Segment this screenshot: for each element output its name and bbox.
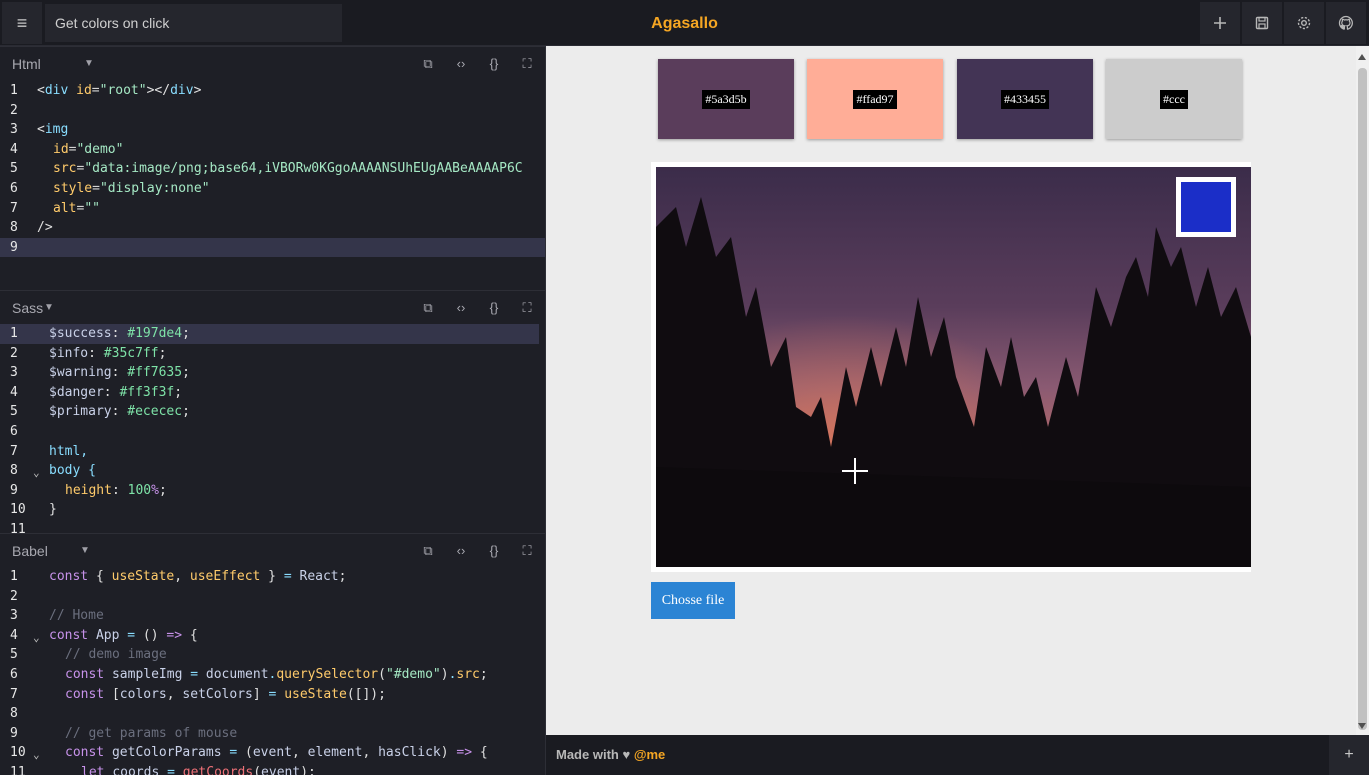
image-frame xyxy=(651,162,1251,572)
new-pen-button[interactable] xyxy=(1200,2,1240,44)
chevron-down-icon[interactable]: ▼ xyxy=(44,302,54,313)
swatch-label: #ffad97 xyxy=(853,89,897,109)
sass-panel-header: Sass ▼ ⧉ ‹› {} ⛶ xyxy=(0,290,545,324)
code-line: 1 const { useState, useEffect } = React; xyxy=(10,569,347,584)
github-button[interactable] xyxy=(1326,2,1366,44)
fullscreen-icon[interactable]: ⛶ xyxy=(518,299,536,317)
fullscreen-icon[interactable]: ⛶ xyxy=(518,542,536,560)
scroll-down-icon[interactable] xyxy=(1358,723,1366,729)
code-line: 3// Home xyxy=(10,608,104,624)
code-line: 3 <img xyxy=(10,122,69,138)
pen-title-input[interactable]: Get colors on click xyxy=(45,4,342,42)
open-external-icon[interactable]: ⧉ xyxy=(419,299,437,317)
code-line: 5 $primary: #ececec; xyxy=(10,404,190,420)
code-line: 3 $warning: #ff7635; xyxy=(10,365,190,381)
hamburger-menu-icon[interactable]: ≡ xyxy=(2,2,42,44)
picked-color-fill xyxy=(1181,182,1231,232)
color-swatch[interactable]: #ffad97 xyxy=(807,59,943,139)
footer-credit: Made with ♥ @me xyxy=(556,747,666,762)
code-icon[interactable]: ‹› xyxy=(452,542,470,560)
code-line: 10 ⌄ const getColorParams = (event, elemen… xyxy=(10,745,488,762)
code-line: 11 let coords = getCoords(event); xyxy=(10,764,316,775)
code-line: 4 $danger: #ff3f3f; xyxy=(10,384,183,400)
choose-file-button[interactable]: Chosse file xyxy=(651,582,735,619)
code-line-active: 1 $success: #197de4; xyxy=(0,324,539,344)
code-line: 4 id="demo" xyxy=(10,141,124,157)
chevron-down-icon[interactable]: ▼ xyxy=(80,545,90,556)
preview-scrollbar[interactable] xyxy=(1356,46,1369,735)
code-line: 7 html, xyxy=(10,443,89,459)
code-line: 6 style="display:none" xyxy=(10,180,210,196)
babel-panel-header: Babel ▼ ⧉ ‹› {} ⛶ xyxy=(0,533,545,567)
open-external-icon[interactable]: ⧉ xyxy=(419,55,437,73)
plus-icon xyxy=(1214,17,1226,29)
braces-icon[interactable]: {} xyxy=(485,299,503,317)
code-line: 8 xyxy=(10,706,18,722)
code-line: 7 alt="" xyxy=(10,200,100,216)
code-line: 1 <div id="root"></div> xyxy=(10,83,202,98)
html-panel-header: Html ▼ ⧉ ‹› {} ⛶ xyxy=(0,46,545,80)
code-line: 2 $info: #35c7ff; xyxy=(10,345,167,361)
html-editor-panel: Html ▼ ⧉ ‹› {} ⛶ 1 <div id="root"></div> … xyxy=(0,46,545,290)
swatch-label: #ccc xyxy=(1160,89,1188,109)
html-lang-select[interactable]: Html xyxy=(12,56,41,72)
babel-code-editor[interactable]: 1 const { useState, useEffect } = React; … xyxy=(0,567,545,775)
top-bar: ≡ Get colors on click Agasallo xyxy=(0,0,1369,46)
forest-silhouette-image xyxy=(656,167,1251,567)
code-line: 6 xyxy=(10,423,18,439)
github-icon xyxy=(1338,15,1353,30)
code-icon[interactable]: ‹› xyxy=(452,55,470,73)
color-swatch[interactable]: #ccc xyxy=(1106,59,1242,139)
heart-icon: ♥ xyxy=(622,747,631,762)
save-icon xyxy=(1255,16,1269,30)
code-line: 9// get params of mouse xyxy=(10,725,238,741)
gear-icon xyxy=(1297,16,1311,30)
code-line: 7 const [colors, setColors] = useState([]… xyxy=(10,686,386,702)
console-toggle-button[interactable]: + xyxy=(1329,735,1369,775)
code-line: 10} xyxy=(10,502,57,518)
color-swatch[interactable]: #433455 xyxy=(957,59,1093,139)
html-code-editor[interactable]: 1 <div id="root"></div> 2 3 <img 4 id="demo… xyxy=(0,80,545,258)
save-button[interactable] xyxy=(1242,2,1282,44)
preview-footer: Made with ♥ @me + xyxy=(546,735,1369,775)
sass-code-editor[interactable]: 1 $success: #197de4; 2 $info: #35c7ff; 3 $w… xyxy=(0,324,545,533)
sass-editor-panel: Sass ▼ ⧉ ‹› {} ⛶ 1 $success: #197de4; 2 $i… xyxy=(0,290,545,533)
open-external-icon[interactable]: ⧉ xyxy=(419,542,437,560)
code-line: 2 xyxy=(10,588,18,604)
settings-button[interactable] xyxy=(1284,2,1324,44)
code-line: 6 const sampleImg = document.querySelecto… xyxy=(10,666,488,682)
code-line: 11 xyxy=(10,521,26,533)
code-icon[interactable]: ‹› xyxy=(452,299,470,317)
scrollbar-thumb[interactable] xyxy=(1358,68,1367,730)
preview-pane: #5a3d5b #ffad97 #433455 #ccc Chosse file xyxy=(546,46,1356,735)
code-line: 8/> xyxy=(10,220,53,236)
picked-color-preview xyxy=(1176,177,1236,237)
code-line-active: 9 xyxy=(0,237,545,258)
crosshair-cursor-icon xyxy=(842,458,868,484)
author-link[interactable]: @me xyxy=(634,747,665,762)
babel-editor-panel: Babel ▼ ⧉ ‹› {} ⛶ 1 const { useState, use… xyxy=(0,533,545,775)
code-line: 9 height: 100%; xyxy=(10,482,167,498)
braces-icon[interactable]: {} xyxy=(485,542,503,560)
forest-sunset-image[interactable] xyxy=(656,167,1251,567)
chevron-down-icon[interactable]: ▼ xyxy=(84,58,94,69)
braces-icon[interactable]: {} xyxy=(485,55,503,73)
fullscreen-icon[interactable]: ⛶ xyxy=(518,55,536,73)
code-line: 2 xyxy=(10,102,18,118)
code-line: 5 src="data:image/png;base64,iVBORw0KGgoA… xyxy=(10,161,523,177)
code-line: 8 ⌄ body { xyxy=(10,463,96,480)
babel-lang-select[interactable]: Babel xyxy=(12,543,48,559)
swatch-label: #433455 xyxy=(1001,89,1049,109)
code-line: 4 ⌄ const App = () => { xyxy=(10,627,198,644)
color-swatch[interactable]: #5a3d5b xyxy=(658,59,794,139)
scroll-up-icon[interactable] xyxy=(1358,54,1366,60)
swatch-label: #5a3d5b xyxy=(702,89,750,109)
sass-lang-select[interactable]: Sass xyxy=(12,300,43,316)
code-line: 5// demo image xyxy=(10,647,167,663)
